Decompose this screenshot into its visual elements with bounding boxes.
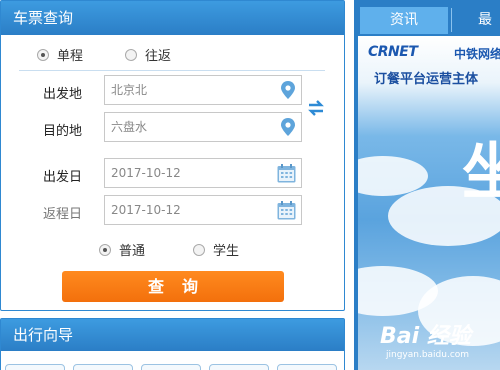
baidu-watermark-url: jingyan.baidu.com	[386, 350, 470, 360]
passenger-student-option[interactable]: 学生	[193, 240, 239, 259]
guide-item[interactable]	[5, 364, 65, 370]
tab-news[interactable]: 资讯	[360, 7, 448, 34]
trip-oneway-label: 单程	[57, 49, 84, 64]
from-station-input[interactable]: 北京北	[104, 75, 302, 105]
tab-latest[interactable]: 最新	[454, 7, 500, 55]
trip-oneway-option[interactable]: 单程	[37, 45, 83, 64]
from-station-value: 北京北	[111, 83, 148, 97]
calendar-icon[interactable]	[277, 164, 296, 183]
return-date-value: 2017-10-12	[111, 203, 181, 217]
baidu-watermark: Bai 经验	[380, 324, 471, 349]
radio-student[interactable]	[193, 243, 205, 256]
depart-date-value: 2017-10-12	[111, 166, 181, 180]
return-date-input[interactable]: 2017-10-12	[104, 195, 302, 225]
guide-item[interactable]	[209, 364, 269, 370]
to-label: 目的地	[43, 124, 83, 139]
divider	[19, 70, 325, 71]
passenger-normal-option[interactable]: 普通	[99, 240, 145, 259]
ad-banner[interactable]: CRNET 中铁网络 订餐平台运营主体 坐 Bai 经验 jingyan.bai…	[358, 36, 500, 370]
query-button[interactable]: 查询	[62, 271, 284, 302]
passenger-normal-label: 普通	[119, 244, 146, 259]
trip-roundtrip-option[interactable]: 往返	[125, 45, 171, 64]
travel-guide-panel: 出行向导	[0, 318, 345, 370]
from-label: 出发地	[43, 87, 83, 102]
to-station-value: 六盘水	[111, 120, 148, 134]
ticket-query-panel: 车票查询 单程 往返 出发地 北京北 目的地 六盘水 出发日 2017-10-1…	[0, 0, 345, 311]
trip-roundtrip-label: 往返	[145, 49, 172, 64]
ad-tagline: 订餐平台运营主体	[374, 72, 479, 87]
ticket-query-title: 车票查询	[1, 1, 344, 35]
crnet-logo-cn: 中铁网络	[454, 47, 500, 61]
depart-date-label: 出发日	[43, 170, 83, 185]
location-pin-icon[interactable]	[281, 118, 295, 136]
swap-icon[interactable]	[307, 98, 325, 118]
location-pin-icon[interactable]	[281, 81, 295, 99]
crnet-logo: CRNET	[368, 44, 418, 60]
return-date-label: 返程日	[43, 207, 83, 222]
radio-roundtrip[interactable]	[125, 48, 137, 61]
travel-guide-title: 出行向导	[1, 319, 344, 351]
ad-big-char: 坐	[462, 135, 500, 208]
radio-normal[interactable]	[99, 243, 111, 256]
tab-divider	[451, 8, 452, 32]
guide-item[interactable]	[141, 364, 201, 370]
guide-item[interactable]	[73, 364, 133, 370]
radio-oneway[interactable]	[37, 48, 49, 61]
guide-item[interactable]	[277, 364, 337, 370]
calendar-icon[interactable]	[277, 201, 296, 220]
to-station-input[interactable]: 六盘水	[104, 112, 302, 142]
trip-type-group: 单程 往返	[1, 37, 346, 69]
info-panel: 资讯 最新 CRNET 中铁网络 订餐平台运营主体 坐 Bai 经验 jingy…	[354, 0, 500, 370]
depart-date-input[interactable]: 2017-10-12	[104, 158, 302, 188]
passenger-student-label: 学生	[213, 244, 240, 259]
